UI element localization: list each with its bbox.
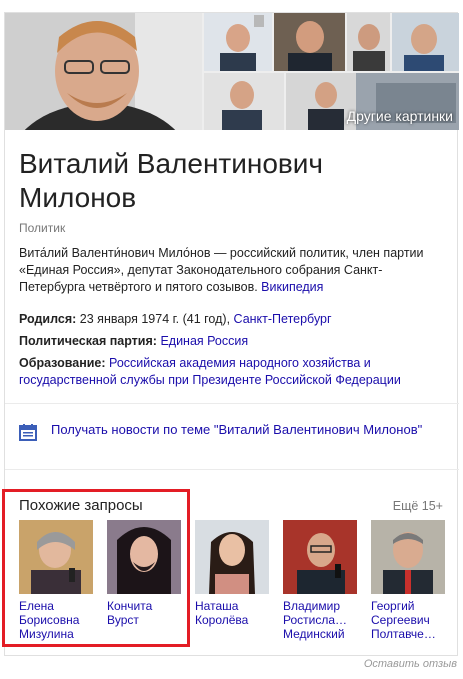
photo-thumb[interactable]: [204, 73, 284, 130]
divider: [5, 403, 459, 404]
calendar-icon: [19, 424, 37, 441]
photo-thumb[interactable]: [204, 13, 272, 71]
similar-thumb: [283, 520, 357, 594]
title-line-2: Милонов: [19, 182, 137, 213]
fact-value: 23 января 1974 г. (41 год),: [79, 312, 231, 326]
similar-thumb-image: [371, 520, 445, 594]
main-photo[interactable]: [5, 13, 202, 130]
news-subscribe[interactable]: Получать новости по теме "Виталий Валент…: [19, 421, 445, 441]
fact-label: Образование:: [19, 356, 106, 370]
fact-education: Образование: Российская академия народно…: [19, 355, 445, 389]
photo-thumb[interactable]: [347, 13, 390, 71]
photo-thumb-image: [347, 13, 390, 71]
photo-thumb-image: [204, 73, 284, 130]
photo-thumb-image: [204, 13, 272, 71]
similar-thumb: [195, 520, 269, 594]
fact-label: Родился:: [19, 312, 77, 326]
wikipedia-link[interactable]: Википедия: [261, 280, 323, 294]
fact-label: Политическая партия:: [19, 334, 157, 348]
photo-thumb[interactable]: [274, 13, 345, 71]
party-link[interactable]: Единая Россия: [160, 334, 248, 348]
description: Вита́лий Валенти́нович Мило́нов — россий…: [19, 245, 445, 296]
similar-thumb-image: [195, 520, 269, 594]
photo-thumb[interactable]: [392, 13, 459, 71]
more-similar-link[interactable]: Ещё 15+: [393, 499, 443, 513]
main-photo-image: [5, 13, 202, 130]
news-subscribe-link[interactable]: Получать новости по теме "Виталий Валент…: [51, 421, 422, 441]
fact-party: Политическая партия: Единая Россия: [19, 333, 445, 350]
title-line-1: Виталий Валентинович: [19, 148, 324, 179]
photo-thumb-image: [274, 13, 345, 71]
similar-name: Владимир Ростисла… Мединский: [283, 599, 348, 641]
similar-item[interactable]: Владимир Ростисла… Мединский: [283, 520, 357, 641]
more-images-link[interactable]: Другие картинки: [347, 108, 453, 124]
similar-thumb: [371, 520, 445, 594]
category-label: Политик: [19, 221, 66, 235]
page-title: Виталий Валентинович Милонов: [19, 147, 439, 215]
similar-thumb-image: [283, 520, 357, 594]
feedback-link[interactable]: Оставить отзыв: [364, 658, 457, 670]
photo-thumb-image: [392, 13, 459, 71]
similar-name: Наташа Королёва: [195, 599, 249, 627]
similar-name: Георгий Сергеевич Полтавче…: [371, 599, 436, 641]
similar-item[interactable]: Наташа Королёва: [195, 520, 269, 627]
birthplace-link[interactable]: Санкт-Петербург: [234, 312, 332, 326]
similar-item[interactable]: Георгий Сергеевич Полтавче…: [371, 520, 445, 641]
divider: [5, 469, 459, 470]
photo-strip: Другие картинки: [5, 13, 459, 130]
fact-born: Родился: 23 января 1974 г. (41 год), Сан…: [19, 311, 445, 328]
description-text: Вита́лий Валенти́нович Мило́нов — россий…: [19, 246, 424, 294]
highlight-box: [2, 489, 190, 647]
